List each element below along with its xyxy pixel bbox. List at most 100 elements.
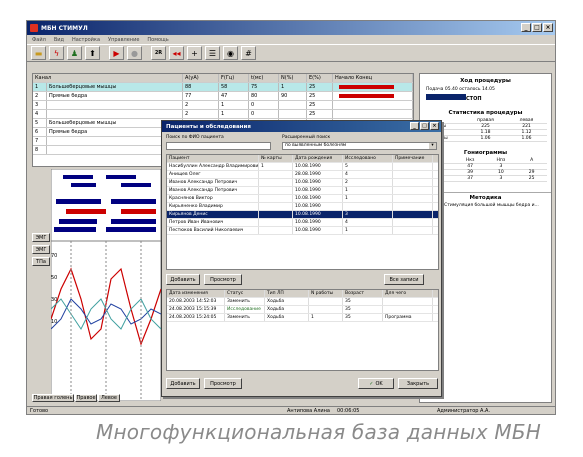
2r-button[interactable]: 2R <box>151 46 166 60</box>
channel-row[interactable]: 1 Большеберцовые мышцы 88 58 75 1 25 <box>33 83 413 92</box>
patient-row[interactable]: Пестюков Василий Николаевич 10.08.1990 1 <box>167 227 438 235</box>
channel-n <box>279 101 307 109</box>
col-a: A(уА) <box>183 74 219 82</box>
patient-row[interactable]: Петров Иван Иванович 10.08.1990 4 <box>167 219 438 227</box>
exam-cell <box>309 298 343 305</box>
dialog-minimize-button[interactable]: _ <box>410 122 419 130</box>
filter-select[interactable]: по выявленным болезням ▾ <box>282 142 437 150</box>
chevron-down-icon[interactable]: ▾ <box>429 143 436 149</box>
channel-a: 88 <box>183 83 219 91</box>
patient-row[interactable]: Краснянов Виктор 10.08.1990 1 <box>167 195 438 203</box>
close-dialog-button[interactable]: Закрыть <box>398 378 438 389</box>
stop-button[interactable]: ● <box>127 46 142 60</box>
patient-row[interactable]: Иванов Александр Петрович 10.08.1990 2 <box>167 179 438 187</box>
ok-button[interactable]: ✓ OK <box>358 378 394 389</box>
channel-e: 25 <box>307 83 333 91</box>
database-button[interactable]: ☰ <box>205 46 220 60</box>
ytick: 70 <box>51 253 58 259</box>
emg-button-1[interactable]: ЭМГ <box>32 233 50 242</box>
table-cell: 221 <box>522 124 531 129</box>
channel-number: 5 <box>33 119 47 127</box>
stim-graph <box>51 169 161 401</box>
channel-number: 2 <box>33 92 47 100</box>
patient-row[interactable]: Насибуллин Александр Владимирович 1 10.08.… <box>167 163 438 171</box>
patient-cell <box>393 187 433 194</box>
col-channel: Канал <box>33 74 183 82</box>
exam-cell: Ходьба <box>265 306 309 313</box>
stop-label[interactable]: СТОП <box>466 96 482 102</box>
exam-row[interactable]: 24.08.2003 15:24:05 Заменить Ходьба 1 35 Прог… <box>167 314 438 322</box>
minimize-button[interactable]: _ <box>521 23 531 32</box>
patient-cell: Иванов Александр Петрович <box>167 179 259 186</box>
exam-cell: 1 <box>309 314 343 321</box>
channel-t: 75 <box>249 83 279 91</box>
close-button[interactable]: × <box>543 23 553 32</box>
search-input[interactable] <box>166 142 271 150</box>
angles-table: Нкз Нпз А 47 3 39 10 29 37 3 25 <box>424 158 547 182</box>
patient-cell: 10.08.1990 <box>293 195 343 202</box>
channel-timing-bar <box>333 110 413 118</box>
add-exam-button[interactable]: Добавить <box>166 378 200 389</box>
rewind-button[interactable]: ◂◂ <box>169 46 184 60</box>
view-button[interactable]: ◉ <box>223 46 238 60</box>
window-title: МБН СТИМУЛ <box>41 24 88 32</box>
view-patient-button[interactable]: Просмотр <box>204 274 242 285</box>
open-folder-button[interactable]: ▬ <box>31 46 46 60</box>
patient-cell <box>259 211 293 218</box>
dialog-title-bar: Пациенты и обследования _ □ × <box>162 121 441 132</box>
patient-row[interactable]: Иванов Александр Петрович 10.08.1990 1 <box>167 187 438 195</box>
tab-right[interactable]: Правое <box>75 394 97 402</box>
tab-right-shin[interactable]: Правая голень <box>32 394 74 402</box>
channel-row[interactable]: 4 2 1 0 25 <box>33 110 413 119</box>
stim-bar <box>121 209 156 214</box>
person-icon: ♟ <box>70 48 79 58</box>
dialog-close-button[interactable]: × <box>430 122 439 130</box>
play-button[interactable]: ▶ <box>109 46 124 60</box>
table-row: 37 3 25 <box>424 176 547 182</box>
maximize-button[interactable]: □ <box>532 23 542 32</box>
stats-title: Статистика процедуры <box>448 110 523 116</box>
table-cell: Нпз <box>496 158 506 163</box>
play-icon: ▶ <box>113 48 120 58</box>
settings-button[interactable]: ⬆ <box>85 46 100 60</box>
status-bar: Готово Антипова Алина 00:06:05 Администр… <box>27 406 555 414</box>
add-patient-button[interactable]: Добавить <box>166 274 200 285</box>
col-t: t(мс) <box>249 74 279 82</box>
menu-file[interactable]: Файл <box>32 37 46 43</box>
channel-row[interactable]: 3 2 1 0 25 <box>33 101 413 110</box>
dialog-maximize-button[interactable]: □ <box>420 122 429 130</box>
menu-help[interactable]: Помощь <box>147 37 168 43</box>
exam-cell: Заменить <box>225 298 265 305</box>
patient-stim-button[interactable]: ♟ <box>67 46 82 60</box>
channel-timing-bar <box>333 92 413 100</box>
patient-cell: 10.08.1990 <box>293 187 343 194</box>
menu-view[interactable]: Вид <box>54 37 64 43</box>
patient-cell <box>259 219 293 226</box>
menu-settings[interactable]: Настройка <box>72 37 100 43</box>
table-cell: 3 <box>499 176 503 181</box>
hash-button[interactable]: # <box>241 46 256 60</box>
exam-row[interactable]: 24.08.2003 15:15:39 Исследование Ходьба 35 <box>167 306 438 314</box>
stimulate-button[interactable]: ϟ <box>49 46 64 60</box>
tpa-button[interactable]: ТПа <box>32 257 50 266</box>
patient-cell: 1 <box>259 163 293 170</box>
patient-row[interactable]: Анищев Олег 28.08.1990 4 <box>167 171 438 179</box>
channel-t: 80 <box>249 92 279 100</box>
tab-left[interactable]: Левое <box>98 394 120 402</box>
patient-cell: 2 <box>343 179 393 186</box>
channel-t: 0 <box>249 110 279 118</box>
emg-button-2[interactable]: ЭМГ <box>32 245 50 254</box>
patient-row[interactable]: Кирьяненко Владимир 10.08.1990 <box>167 203 438 211</box>
status-ready: Готово <box>30 407 49 414</box>
channel-row[interactable]: 2 Прямые бедра 77 47 80 90 25 <box>33 92 413 101</box>
all-records-button[interactable]: Все записи <box>384 274 424 285</box>
patient-row[interactable]: Кирьянов Денис 10.08.1990 3 <box>167 211 438 219</box>
menu-control[interactable]: Управление <box>108 37 139 43</box>
patient-cell: 4 <box>343 219 393 226</box>
exam-row[interactable]: 20.08.2003 14:52:03 Заменить Ходьба 35 <box>167 298 438 306</box>
add-channel-button[interactable]: + <box>187 46 202 60</box>
view-exam-button[interactable]: Просмотр <box>204 378 242 389</box>
table-cell: правая <box>477 118 494 123</box>
stats-table: правая левая ы 225 221 1.18 1.12 ры 1.06 1.06 <box>424 118 547 142</box>
ytick: 50 <box>51 275 58 281</box>
